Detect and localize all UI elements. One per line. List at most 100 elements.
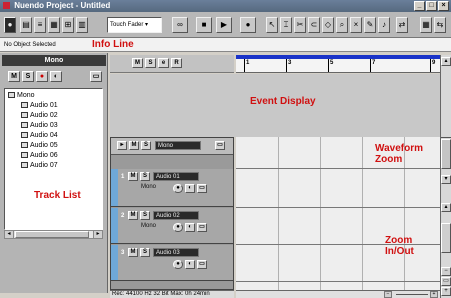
folder-solo-button[interactable]: S [141,141,151,150]
track-edit-button[interactable]: ▭ [197,223,207,232]
grid-icon[interactable]: ▦ [420,17,432,33]
track-solo-button[interactable]: S [140,172,150,181]
zoom-tool-icon[interactable]: ⌕ [336,17,348,33]
scroll-left-icon[interactable]: ◂ [5,231,14,238]
inspector-track-buttons: M S ● ◐ ▭ [2,70,106,84]
scroll-down-icon[interactable]: ▾ [441,175,451,184]
record-button[interactable]: ● [240,17,256,33]
glue-tool-icon[interactable]: ⊂ [308,17,320,33]
tree-item-audio-02[interactable]: Audio 02 [8,111,102,121]
scroll-right-icon[interactable]: ▸ [93,231,102,238]
global-mute-button[interactable]: M [132,58,143,68]
show-overview-icon[interactable]: ▦ [48,17,60,33]
global-read-button[interactable]: R [171,58,182,68]
maximize-button[interactable]: □ [426,1,437,11]
inspector-record-button[interactable]: ● [36,71,48,82]
zoom-in-icon[interactable]: + [441,287,451,296]
inspector-solo-button[interactable]: S [22,71,34,82]
track-monitor-button[interactable]: ◐ [185,223,195,232]
ruler[interactable]: 1 3 5 7 9 [236,55,440,73]
autoscroll-icon[interactable]: ⇆ [434,17,446,33]
show-info-icon[interactable]: ≡ [34,17,46,33]
split-tool-icon[interactable]: ✂ [294,17,306,33]
track-record-button[interactable]: ● [173,184,183,193]
automation-mode-select[interactable]: Touch Fader ▾ [107,17,162,33]
track-record-button[interactable]: ● [173,260,183,269]
tree-scroll-thumb[interactable] [15,231,89,238]
zoom-slider-icon[interactable]: ▭ [441,277,451,286]
stop-button[interactable]: ■ [196,17,212,33]
global-edit-button[interactable]: e [158,58,169,68]
scroll-up-icon[interactable]: ▴ [441,57,451,66]
folder-expand-icon[interactable]: ▸ [117,141,127,150]
track-mute-button[interactable]: M [128,248,138,257]
track-name-field[interactable]: Audio 02 [153,211,199,220]
ruler-tick [286,59,287,72]
inspector-header[interactable]: Mono [2,55,106,66]
tree-scrollbar[interactable]: ◂ ▸ [4,230,103,239]
track-number: 1 [121,174,125,180]
inspector-monitor-button[interactable]: ◐ [50,71,62,82]
window-controls: _ □ × [414,1,449,11]
cycle-icon[interactable]: ∞ [172,17,188,33]
folder-track[interactable]: ▸ M S Mono ▭ [111,138,233,155]
waveform-zoom-slider[interactable] [441,139,451,169]
global-solo-button[interactable]: S [145,58,156,68]
track-solo-button[interactable]: S [140,211,150,220]
track-name-field[interactable]: Audio 03 [153,248,199,257]
play-tool-icon[interactable]: ♪ [378,17,390,33]
object-selection-tool-icon[interactable]: ↖ [266,17,278,33]
horizontal-zoom-slider[interactable] [396,294,428,295]
tree-item-audio-05[interactable]: Audio 05 [8,141,102,151]
folder-name-field[interactable]: Mono [155,141,201,150]
open-mixer-icon[interactable]: ⊞ [62,17,74,33]
track-record-button[interactable]: ● [173,223,183,232]
minimize-button[interactable]: _ [414,1,425,11]
show-inspector-icon[interactable]: ▤ [20,17,32,33]
mute-tool-icon[interactable]: × [350,17,362,33]
folder-edit-button[interactable]: ▭ [215,141,225,150]
scroll-thumb[interactable] [441,223,451,253]
folder-mute-button[interactable]: M [129,141,139,150]
track-edit-button[interactable]: ▭ [197,260,207,269]
close-button[interactable]: × [438,1,449,11]
tree-item-audio-01[interactable]: Audio 01 [8,101,102,111]
tree-item-audio-06[interactable]: Audio 06 [8,151,102,161]
track-monitor-button[interactable]: ◐ [185,184,195,193]
track-name-field[interactable]: Audio 01 [153,172,199,181]
track-row[interactable]: 3 M S Audio 03 ● ◐ ▭ [111,245,233,281]
track-edit-button[interactable]: ▭ [197,184,207,193]
inspector-mute-button[interactable]: M [8,71,20,82]
track-monitor-button[interactable]: ◐ [185,260,195,269]
status-bar: Rec: 44100 Hz 32 Bit Max: 0h 24min [110,290,234,298]
vertical-scrollbar[interactable]: ▴ ▾ ▴ − ▭ + [440,55,451,298]
activate-project-icon[interactable]: ● [4,17,16,33]
track-row[interactable]: 2 M S Audio 02 Mono ● ◐ ▭ [111,208,233,244]
zoom-out-icon[interactable]: − [441,267,451,276]
audio-track-icon [21,142,28,148]
inspector-edit-button[interactable]: ▭ [90,71,102,82]
app-icon [3,2,10,9]
tree-item-audio-04[interactable]: Audio 04 [8,131,102,141]
tree-item-audio-03[interactable]: Audio 03 [8,121,102,131]
horizontal-zoom-bar: − + [236,290,440,298]
track-color-strip [111,169,118,206]
draw-tool-icon[interactable]: ✎ [364,17,376,33]
snap-icon[interactable]: ⇄ [396,17,408,33]
tree-root-item[interactable]: Mono [8,91,102,101]
cycle-range-bar[interactable] [236,55,440,59]
zoom-out-horizontal-icon[interactable]: − [384,291,392,298]
track-solo-button[interactable]: S [140,248,150,257]
scroll-up-icon[interactable]: ▴ [441,203,451,212]
zoom-in-horizontal-icon[interactable]: + [430,291,438,298]
tree-item-audio-07[interactable]: Audio 07 [8,161,102,171]
track-mute-button[interactable]: M [128,172,138,181]
zoom-inout-annotation: Zoom In/Out [385,235,414,257]
track-mode-label: Mono [141,184,157,190]
range-selection-tool-icon[interactable]: ⌶ [280,17,292,33]
track-row[interactable]: 1 M S Audio 01 Mono ● ◐ ▭ [111,169,233,207]
play-button[interactable]: ▶ [216,17,232,33]
track-mute-button[interactable]: M [128,211,138,220]
pool-icon[interactable]: ▥ [76,17,88,33]
erase-tool-icon[interactable]: ◇ [322,17,334,33]
